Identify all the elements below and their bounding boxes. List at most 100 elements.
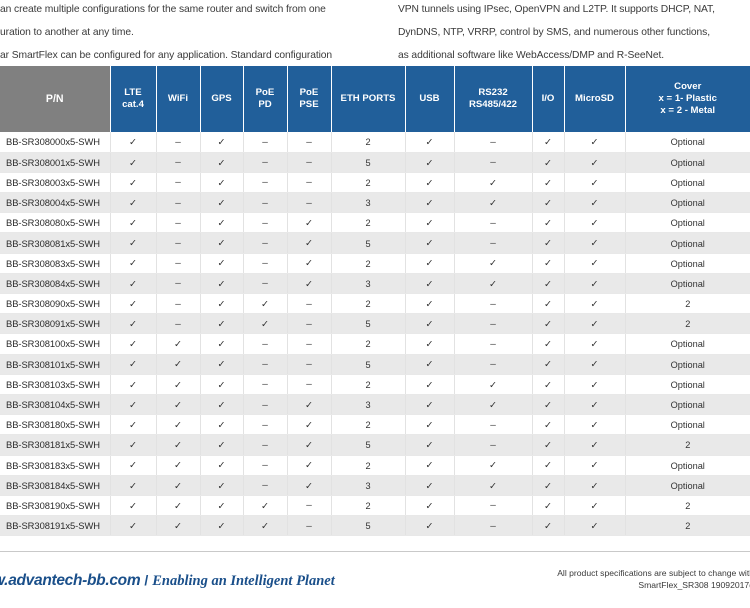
column-header-cover: Cover x = 1- Plastic x = 2 - Metal xyxy=(625,66,750,132)
cell-poe-pse-supported: ✓ xyxy=(287,455,332,476)
cell-usb-supported: ✓ xyxy=(405,212,455,234)
cell-value-text: 2 xyxy=(685,299,691,310)
check-icon: ✓ xyxy=(425,177,434,189)
cell-lte-cat-4-supported: ✓ xyxy=(110,273,157,295)
cell-value-text: 5 xyxy=(365,238,371,249)
document-revision-id: SmartFlex_SR308 19092017d xyxy=(638,580,750,590)
check-icon: ✓ xyxy=(129,298,137,310)
cell-lte-cat-4-supported: ✓ xyxy=(110,374,157,395)
cell-usb-supported: ✓ xyxy=(405,515,455,537)
check-icon: ✓ xyxy=(544,339,552,351)
cell-wifi-supported: ✓ xyxy=(156,414,201,436)
cell-lte-cat-4-supported: ✓ xyxy=(110,455,157,476)
check-icon: ✓ xyxy=(590,520,599,532)
table-row: BB-SR308100x5-SWH ✓ ✓ ✓ – – 2 ✓ – ✓ ✓ Optional xyxy=(0,333,750,355)
cell-part-number: BB-SR308103x5-SWH xyxy=(0,374,111,395)
dash-icon: – xyxy=(175,318,181,330)
cell-i-o-supported: ✓ xyxy=(532,152,565,173)
cell-poe-pd-unsupported: – xyxy=(243,394,288,416)
check-icon: ✓ xyxy=(129,460,137,472)
cell-gps-supported: ✓ xyxy=(200,232,244,254)
disclaimer-line-1: All product specifications are subject t… xyxy=(557,568,750,578)
check-icon: ✓ xyxy=(590,278,599,290)
dash-icon: – xyxy=(490,318,496,330)
cell-wifi-unsupported: – xyxy=(156,192,201,214)
cell-value-text: 3 xyxy=(365,278,371,289)
cell-gps-supported: ✓ xyxy=(200,374,244,395)
cell-poe-pd-supported: ✓ xyxy=(243,495,288,517)
cell-lte-cat-4-supported: ✓ xyxy=(110,253,157,274)
check-icon: ✓ xyxy=(305,419,313,431)
cell-eth-ports-value: 3 xyxy=(331,394,406,416)
cell-value-text: Optional xyxy=(670,359,705,370)
check-icon: ✓ xyxy=(544,137,552,149)
check-icon: ✓ xyxy=(544,278,552,290)
check-icon: ✓ xyxy=(489,258,497,270)
check-icon: ✓ xyxy=(590,500,599,512)
cell-poe-pd-unsupported: – xyxy=(243,132,288,153)
cell-part-number: BB-SR308090x5-SWH xyxy=(0,293,111,315)
column-header-line: PoE xyxy=(299,87,319,98)
dash-icon: – xyxy=(306,318,312,330)
cell-poe-pse-unsupported: – xyxy=(287,313,332,335)
check-icon: ✓ xyxy=(544,359,552,371)
column-header-usb: USB xyxy=(405,66,455,132)
dash-icon: – xyxy=(262,399,268,411)
cell-wifi-supported: ✓ xyxy=(156,475,201,496)
cell-cover-value: Optional xyxy=(625,333,750,355)
cell-poe-pse-unsupported: – xyxy=(287,132,332,153)
cell-value-text: 5 xyxy=(365,359,371,370)
check-icon: ✓ xyxy=(305,238,313,250)
cell-wifi-unsupported: – xyxy=(156,273,201,295)
cell-microsd-supported: ✓ xyxy=(564,394,626,416)
cell-part-number: BB-SR308084x5-SWH xyxy=(0,273,111,295)
check-icon: ✓ xyxy=(590,419,599,431)
check-icon: ✓ xyxy=(425,379,434,391)
check-icon: ✓ xyxy=(489,278,497,290)
company-website-link[interactable]: w.advantech-bb.com xyxy=(0,572,141,589)
cell-rs232-rs485-422-supported: ✓ xyxy=(454,374,533,395)
dash-icon: – xyxy=(262,197,268,209)
intro-left-line-2: uration to another at any time. xyxy=(0,27,134,39)
check-icon: ✓ xyxy=(544,238,552,250)
cell-i-o-supported: ✓ xyxy=(532,495,565,517)
cell-poe-pd-unsupported: – xyxy=(243,374,288,395)
cell-microsd-supported: ✓ xyxy=(564,414,626,436)
cell-value-text: 2 xyxy=(365,379,371,390)
company-tagline: Enabling an Intelligent Planet xyxy=(152,573,335,589)
cell-eth-ports-value: 3 xyxy=(331,273,406,295)
check-icon: ✓ xyxy=(174,399,182,411)
cell-lte-cat-4-supported: ✓ xyxy=(110,293,157,315)
cell-poe-pd-supported: ✓ xyxy=(243,293,288,315)
cell-value-text: Optional xyxy=(670,157,705,168)
cell-poe-pse-supported: ✓ xyxy=(287,232,332,254)
cell-usb-supported: ✓ xyxy=(405,172,455,194)
cell-microsd-supported: ✓ xyxy=(564,434,626,456)
cell-poe-pse-unsupported: – xyxy=(287,333,332,355)
check-icon: ✓ xyxy=(425,137,434,149)
cell-value-text: 2 xyxy=(365,177,371,188)
cell-i-o-supported: ✓ xyxy=(532,192,565,214)
table-row: BB-SR308180x5-SWH ✓ ✓ ✓ – ✓ 2 ✓ – ✓ ✓ Optional xyxy=(0,414,750,436)
cell-eth-ports-value: 3 xyxy=(331,192,406,214)
dash-icon: – xyxy=(490,238,496,250)
check-icon: ✓ xyxy=(425,218,434,230)
cell-wifi-unsupported: – xyxy=(156,172,201,194)
check-icon: ✓ xyxy=(544,379,552,391)
check-icon: ✓ xyxy=(590,480,599,492)
check-icon: ✓ xyxy=(174,419,182,431)
check-icon: ✓ xyxy=(129,339,137,351)
check-icon: ✓ xyxy=(217,319,226,331)
cell-poe-pse-unsupported: – xyxy=(287,495,332,517)
cell-gps-supported: ✓ xyxy=(200,212,244,234)
dash-icon: – xyxy=(490,136,496,148)
cell-eth-ports-value: 2 xyxy=(331,253,406,274)
table-row: BB-SR308090x5-SWH ✓ – ✓ ✓ – 2 ✓ – ✓ ✓ 2 xyxy=(0,293,750,315)
cell-value-text: 2 xyxy=(685,521,691,532)
cell-poe-pd-unsupported: – xyxy=(243,172,288,194)
column-header-line: x = 2 - Metal xyxy=(660,105,716,116)
cell-gps-supported: ✓ xyxy=(200,253,244,274)
check-icon: ✓ xyxy=(174,359,182,371)
cell-lte-cat-4-supported: ✓ xyxy=(110,172,157,194)
cell-poe-pse-unsupported: – xyxy=(287,374,332,395)
